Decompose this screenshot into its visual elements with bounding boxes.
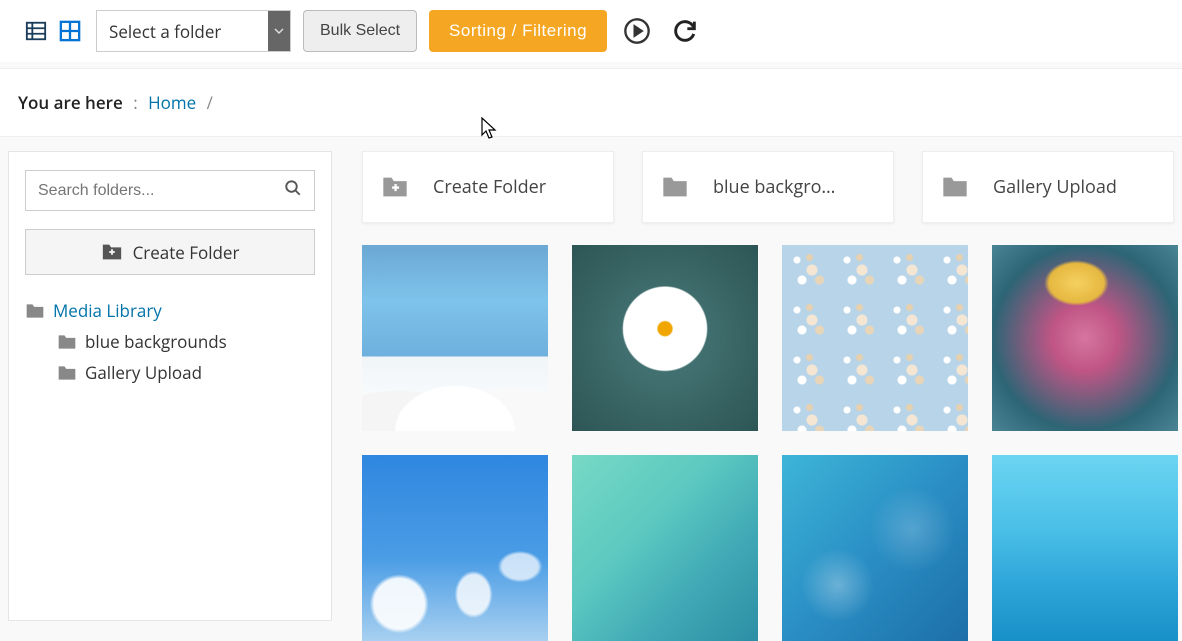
folder-card-label: blue backgro… xyxy=(713,175,835,199)
breadcrumb-separator: : xyxy=(133,91,137,114)
folder-icon xyxy=(57,364,77,382)
thumbnail-grid xyxy=(362,245,1182,641)
tree-item-label: blue backgrounds xyxy=(85,330,227,353)
folder-icon xyxy=(25,302,45,320)
folder-icon xyxy=(661,175,689,199)
grid-view-button[interactable] xyxy=(56,17,84,45)
create-folder-card[interactable]: Create Folder xyxy=(362,151,614,223)
breadcrumb-home-link[interactable]: Home xyxy=(148,91,196,114)
search-icon xyxy=(284,179,302,202)
sorting-filtering-button[interactable]: Sorting / Filtering xyxy=(429,10,607,52)
list-view-icon xyxy=(25,20,47,42)
folder-icon xyxy=(57,333,77,351)
list-view-button[interactable] xyxy=(22,17,50,45)
thumbnail-image[interactable] xyxy=(572,245,758,431)
thumbnail-image[interactable] xyxy=(782,245,968,431)
tree-item-gallery-upload[interactable]: Gallery Upload xyxy=(25,361,315,384)
thumbnail-image[interactable] xyxy=(362,245,548,431)
folder-icon xyxy=(941,175,969,199)
main-area: Create Folder blue backgro… Gallery Uplo… xyxy=(362,151,1182,641)
folder-cards-row: Create Folder blue backgro… Gallery Uplo… xyxy=(362,151,1182,223)
folder-card-blue-backgrounds[interactable]: blue backgro… xyxy=(642,151,894,223)
view-toggle xyxy=(22,17,84,45)
tree-root-media-library[interactable]: Media Library xyxy=(25,299,315,322)
refresh-icon xyxy=(671,17,699,45)
grid-view-icon xyxy=(59,20,81,42)
play-circle-icon xyxy=(623,17,651,45)
folder-card-gallery-upload[interactable]: Gallery Upload xyxy=(922,151,1174,223)
chevron-down-icon xyxy=(268,11,290,51)
breadcrumb: You are here : Home / xyxy=(0,68,1182,137)
folder-search[interactable] xyxy=(25,170,315,211)
folder-select-label: Select a folder xyxy=(109,20,221,43)
thumbnail-image[interactable] xyxy=(992,455,1178,641)
play-button[interactable] xyxy=(619,13,655,49)
thumbnail-image[interactable] xyxy=(992,245,1178,431)
thumbnail-image[interactable] xyxy=(362,455,548,641)
thumbnail-image[interactable] xyxy=(782,455,968,641)
folder-card-label: Gallery Upload xyxy=(993,175,1117,199)
thumbnail-image[interactable] xyxy=(572,455,758,641)
sidebar-create-folder-button[interactable]: Create Folder xyxy=(25,229,315,275)
tree-item-label: Gallery Upload xyxy=(85,361,202,384)
tree-root-label: Media Library xyxy=(53,299,162,322)
bulk-select-button[interactable]: Bulk Select xyxy=(303,10,417,52)
search-input[interactable] xyxy=(38,182,284,200)
folder-plus-icon xyxy=(381,175,409,199)
breadcrumb-label: You are here xyxy=(18,91,123,114)
sidebar-create-folder-label: Create Folder xyxy=(133,241,240,264)
folder-plus-icon xyxy=(101,242,123,262)
folder-card-label: Create Folder xyxy=(433,175,546,199)
breadcrumb-slash: / xyxy=(207,91,213,114)
folder-select-dropdown[interactable]: Select a folder xyxy=(96,10,291,52)
tree-item-blue-backgrounds[interactable]: blue backgrounds xyxy=(25,330,315,353)
content-layout: Create Folder Media Library blue backgro… xyxy=(0,137,1182,641)
sidebar: Create Folder Media Library blue backgro… xyxy=(8,151,332,621)
refresh-button[interactable] xyxy=(667,13,703,49)
toolbar: Select a folder Bulk Select Sorting / Fi… xyxy=(0,0,1182,62)
